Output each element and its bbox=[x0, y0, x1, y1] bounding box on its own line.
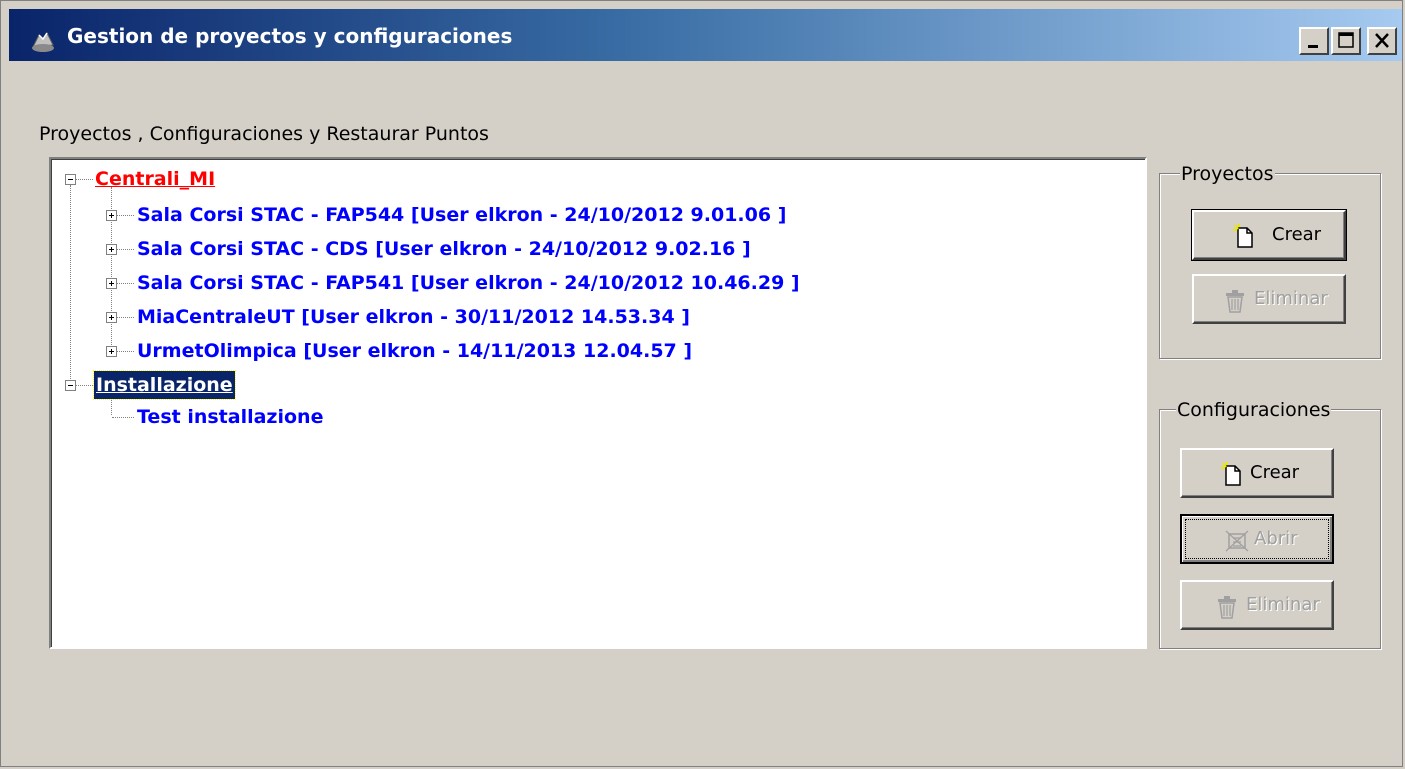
configuraciones-abrir-label: Abrir bbox=[1254, 528, 1298, 549]
title-bar[interactable]: Gestion de proyectos y configuraciones bbox=[9, 9, 1402, 61]
tree-node-installazione[interactable]: Installazione bbox=[93, 370, 236, 400]
main-window: Gestion de proyectos y configuraciones P… bbox=[0, 0, 1403, 767]
close-button[interactable] bbox=[1367, 27, 1397, 55]
expand-icon[interactable] bbox=[106, 244, 117, 255]
minimize-button[interactable] bbox=[1299, 27, 1329, 55]
tree-node-centrali-mi[interactable]: Centrali_MI bbox=[95, 165, 215, 193]
expand-icon[interactable] bbox=[106, 346, 117, 357]
tree-node-project[interactable]: Sala Corsi STAC - CDS [User elkron - 24/… bbox=[137, 235, 751, 263]
tree-node-project[interactable]: Sala Corsi STAC - FAP544 [User elkron - … bbox=[137, 201, 786, 229]
tree-connector bbox=[111, 397, 112, 415]
new-document-icon bbox=[1221, 462, 1241, 486]
tree-caption: Proyectos , Configuraciones y Restaurar … bbox=[39, 123, 489, 145]
trash-icon bbox=[1218, 596, 1236, 619]
configuraciones-eliminar-label: Eliminar bbox=[1246, 594, 1320, 615]
collapse-icon[interactable] bbox=[65, 380, 76, 391]
proyectos-legend: Proyectos bbox=[1180, 161, 1275, 187]
configuraciones-crear-button[interactable]: Crear bbox=[1180, 448, 1334, 498]
tree-node-project[interactable]: MiaCentraleUT [User elkron - 30/11/2012 … bbox=[137, 303, 690, 331]
expand-icon[interactable] bbox=[106, 210, 117, 221]
maximize-icon bbox=[1338, 32, 1354, 48]
configuraciones-eliminar-button[interactable]: Eliminar bbox=[1180, 580, 1334, 630]
proyectos-group: Proyectos Crear Eliminar bbox=[1159, 161, 1381, 359]
collapse-icon[interactable] bbox=[65, 174, 76, 185]
trash-icon bbox=[1226, 290, 1244, 313]
maximize-button[interactable] bbox=[1331, 27, 1361, 55]
expand-icon[interactable] bbox=[106, 278, 117, 289]
close-icon bbox=[1375, 33, 1389, 48]
open-config-icon bbox=[1225, 530, 1249, 552]
window-title: Gestion de proyectos y configuraciones bbox=[67, 24, 513, 48]
configuraciones-group: Configuraciones Crear Abrir Eliminar bbox=[1159, 397, 1381, 649]
proyectos-eliminar-label: Eliminar bbox=[1254, 288, 1328, 309]
app-icon bbox=[32, 32, 54, 52]
tree-connector bbox=[112, 417, 134, 418]
configuraciones-crear-label: Crear bbox=[1250, 462, 1300, 483]
project-tree[interactable]: Centrali_MI Sala Corsi STAC - FAP544 [Us… bbox=[49, 157, 1147, 649]
minimize-icon bbox=[1308, 45, 1318, 48]
tree-node-project[interactable]: Sala Corsi STAC - FAP541 [User elkron - … bbox=[137, 269, 800, 297]
configuraciones-legend: Configuraciones bbox=[1176, 397, 1332, 423]
tree-connector bbox=[70, 185, 71, 385]
proyectos-eliminar-button[interactable]: Eliminar bbox=[1192, 274, 1346, 324]
new-document-icon bbox=[1233, 224, 1253, 248]
tree-node-project[interactable]: UrmetOlimpica [User elkron - 14/11/2013 … bbox=[137, 337, 692, 365]
proyectos-crear-label: Crear bbox=[1272, 224, 1322, 245]
tree-node-configuration[interactable]: Test installazione bbox=[137, 403, 323, 431]
expand-icon[interactable] bbox=[106, 312, 117, 323]
configuraciones-abrir-button[interactable]: Abrir bbox=[1180, 514, 1334, 564]
proyectos-crear-button[interactable]: Crear bbox=[1191, 209, 1347, 261]
